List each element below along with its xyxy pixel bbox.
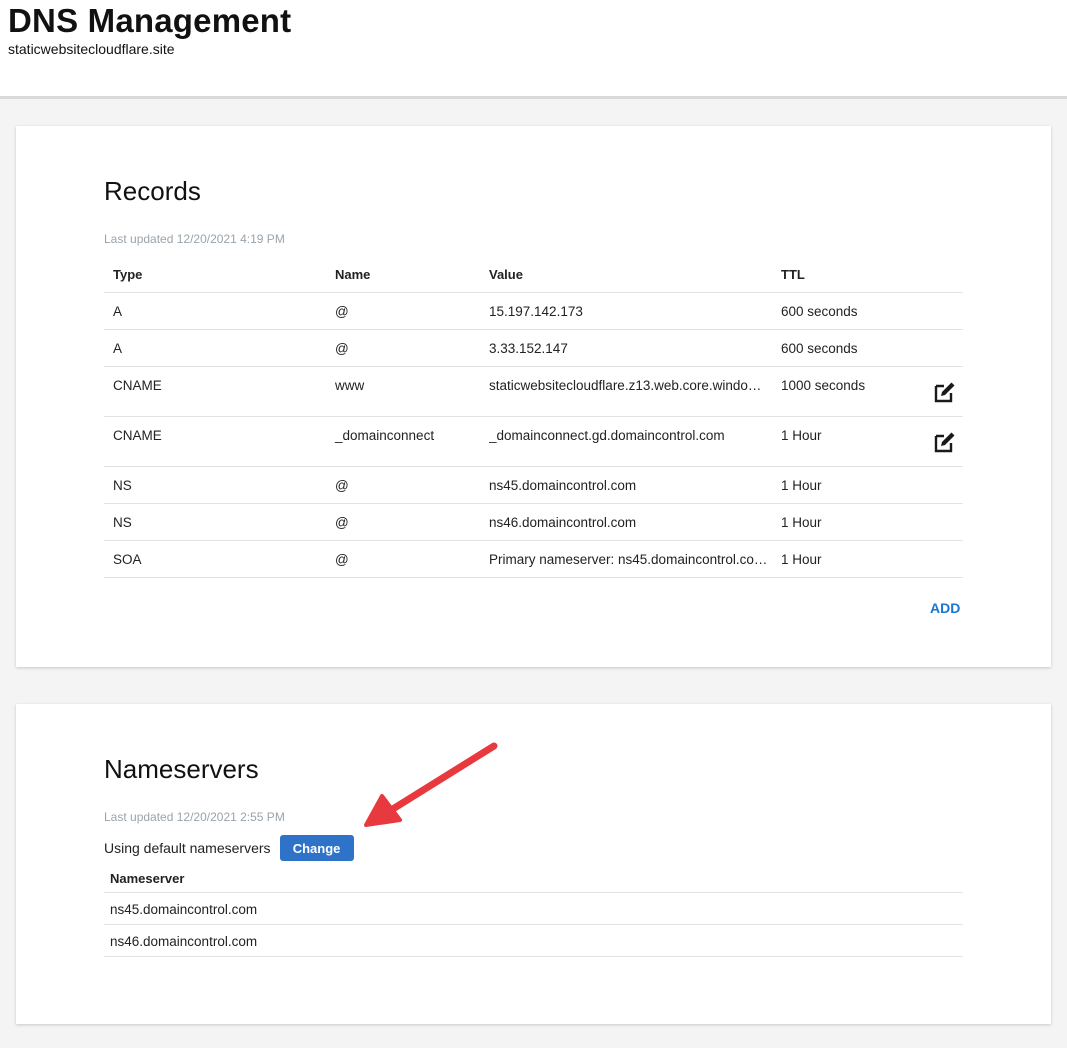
dns-record-row: A @15.197.142.173 600 seconds <box>104 293 963 330</box>
record-name: @ <box>335 341 349 356</box>
record-type: CNAME <box>113 428 162 443</box>
record-name: @ <box>335 552 349 567</box>
record-value: 3.33.152.147 <box>489 341 568 356</box>
records-table: Type Name Value TTL A @15.197.142.173 600 … <box>104 256 963 578</box>
dns-record-row: NS @ ns46.domaincontrol.com 1 Hour <box>104 504 963 541</box>
record-ttl: 1000 seconds <box>781 378 866 393</box>
record-value: ns46.domaincontrol.com <box>489 515 637 530</box>
add-record-button[interactable]: ADD <box>930 600 960 616</box>
domain-name: staticwebsitecloudflare.site <box>8 41 175 57</box>
record-name: www <box>335 378 365 393</box>
record-type: A <box>113 304 123 319</box>
record-ttl: 600 seconds <box>781 341 858 356</box>
record-type: A <box>113 341 123 356</box>
page-header: DNS Management staticwebsitecloudflare.s… <box>0 0 1067 99</box>
page-title: DNS Management <box>8 2 292 39</box>
record-type: SOA <box>113 552 142 567</box>
dns-record-row: NS @ ns45.domaincontrol.com 1 Hour <box>104 467 963 504</box>
record-ttl: 600 seconds <box>781 304 858 319</box>
nameserver-value: ns45.domaincontrol.com <box>110 902 258 917</box>
column-header-value: Value <box>489 267 523 282</box>
record-type: NS <box>113 478 132 493</box>
nameserver-status-text: Using default nameservers <box>104 840 271 856</box>
dns-record-row: A @3.33.152.147 600 seconds <box>104 330 963 367</box>
record-ttl: 1 Hour <box>781 552 822 567</box>
records-table-header: Type Name Value TTL <box>104 256 963 293</box>
column-header-nameserver: Nameserver <box>110 871 185 886</box>
column-header-name: Name <box>335 267 371 282</box>
nameservers-card: Nameservers Last updated 12/20/2021 2:55… <box>16 704 1051 1024</box>
record-value: Primary nameserver: ns45.domaincontrol.c… <box>489 552 768 567</box>
column-header-ttl: TTL <box>781 267 805 282</box>
edit-record-icon[interactable] <box>933 380 957 404</box>
change-nameservers-button[interactable]: Change <box>279 835 354 861</box>
nameserver-row: ns45.domaincontrol.com <box>104 893 963 925</box>
nameserver-value: ns46.domaincontrol.com <box>110 934 258 949</box>
dns-record-row: CNAME www staticwebsitecloudflare.z13.web.… <box>104 367 963 417</box>
record-value: staticwebsitecloudflare.z13.web.core.win… <box>489 378 769 393</box>
edit-record-icon[interactable] <box>933 430 957 454</box>
records-last-updated: Last updated 12/20/2021 4:19 PM <box>104 232 285 246</box>
record-type: CNAME <box>113 378 162 393</box>
record-ttl: 1 Hour <box>781 478 822 493</box>
record-value: 15.197.142.173 <box>489 304 583 319</box>
nameserver-status-row: Using default nameservers Change <box>104 835 354 861</box>
nameservers-last-updated: Last updated 12/20/2021 2:55 PM <box>104 810 285 824</box>
record-name: @ <box>335 478 349 493</box>
record-name: @ <box>335 304 349 319</box>
record-value: _domainconnect.gd.domaincontrol.com <box>489 428 725 443</box>
nameservers-table-body: ns45.domaincontrol.com ns46.domaincontrol… <box>104 893 963 957</box>
record-name: @ <box>335 515 349 530</box>
nameservers-title: Nameservers <box>104 754 259 784</box>
records-card: Records Last updated 12/20/2021 4:19 PM … <box>16 126 1051 667</box>
record-type: NS <box>113 515 132 530</box>
nameservers-table: Nameserver ns45.domaincontrol.com ns46.do… <box>104 863 963 957</box>
dns-record-row: SOA @ Primary nameserver: ns45.domaincontr… <box>104 541 963 578</box>
record-ttl: 1 Hour <box>781 428 822 443</box>
record-ttl: 1 Hour <box>781 515 822 530</box>
dns-record-row: CNAME _domainconnect _domainconnect.gd.dom… <box>104 417 963 467</box>
nameserver-row: ns46.domaincontrol.com <box>104 925 963 957</box>
record-value: ns45.domaincontrol.com <box>489 478 637 493</box>
records-table-body: A @15.197.142.173 600 seconds A @3.33.152.14… <box>104 293 963 578</box>
nameservers-table-header: Nameserver <box>104 863 963 893</box>
column-header-type: Type <box>113 267 143 282</box>
record-name: _domainconnect <box>335 428 435 443</box>
records-title: Records <box>104 176 201 206</box>
